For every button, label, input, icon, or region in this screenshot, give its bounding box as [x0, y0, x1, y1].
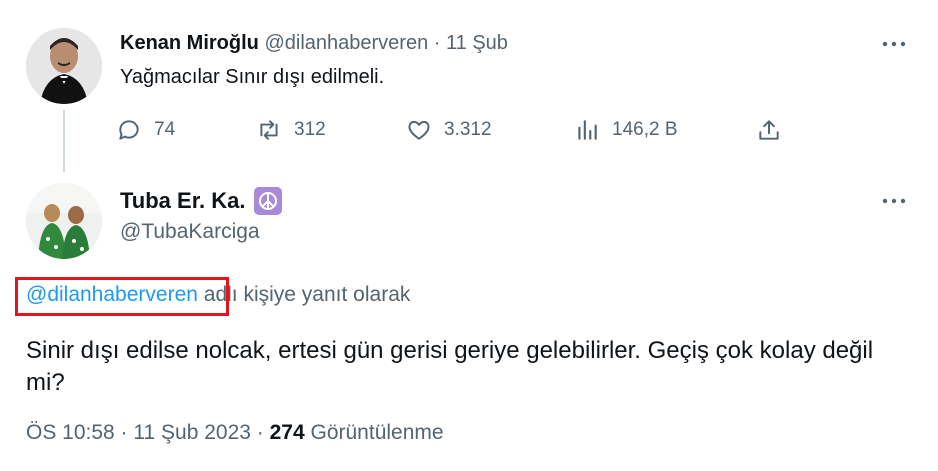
parent-tweet-header: Kenan Miroğlu @dilanhaberveren · 11 Şub [120, 32, 508, 55]
thread-connector-line [63, 110, 65, 172]
more-options-icon[interactable] [874, 29, 914, 59]
parent-tweet[interactable]: Kenan Miroğlu @dilanhaberveren · 11 Şub … [0, 0, 938, 172]
reply-tweet-text: Sinir dışı edilse nolcak, ertesi gün ger… [26, 337, 874, 396]
avatar-tuba[interactable] [26, 183, 102, 259]
view-count: 146,2 B [612, 119, 678, 140]
retweet-icon [260, 120, 278, 140]
header-separator: · [433, 32, 441, 54]
parent-action-bar: 74 312 3.312 146,2 B [116, 112, 796, 148]
replying-to-text: adlı kişiye yanıt olarak [197, 283, 411, 306]
reply-button[interactable]: 74 [116, 112, 175, 148]
parent-tweet-text: Yağmacılar Sınır dışı edilmeli. [120, 66, 385, 88]
heart-icon [408, 120, 430, 140]
share-icon [759, 120, 779, 140]
views-button[interactable]: 146,2 B [574, 112, 678, 148]
reply-author-line: Tuba Er. Ka. [120, 187, 282, 215]
tweet-meta: ÖS 10:58 · 11 Şub 2023 · 274 Görüntülenm… [26, 421, 444, 445]
avatar-photo [26, 28, 102, 104]
views-label: Görüntülenme [304, 421, 444, 444]
analytics-icon [578, 120, 597, 140]
view-count-number: 274 [269, 421, 305, 444]
retweet-count: 312 [294, 119, 326, 140]
timestamp-link[interactable]: ÖS 10:58 · 11 Şub 2023 · [26, 421, 270, 444]
like-count: 3.312 [444, 119, 492, 140]
reply-count: 74 [154, 119, 176, 140]
reply-author-name[interactable]: Tuba Er. Ka. [120, 188, 246, 214]
highlight-box [15, 277, 229, 316]
more-options-icon[interactable] [874, 186, 914, 216]
like-button[interactable]: 3.312 [406, 112, 492, 148]
avatar-kenan[interactable] [26, 28, 102, 104]
parent-date[interactable]: 11 Şub [446, 32, 508, 54]
retweet-button[interactable]: 312 [256, 112, 326, 148]
share-button[interactable] [756, 112, 782, 148]
parent-author-name[interactable]: Kenan Miroğlu [120, 32, 259, 54]
reply-icon [119, 120, 139, 140]
peace-symbol-icon [253, 187, 282, 215]
avatar-photo [26, 183, 102, 259]
parent-author-handle[interactable]: @dilanhaberveren [264, 32, 428, 54]
reply-author-handle[interactable]: @TubaKarciga [120, 220, 260, 244]
